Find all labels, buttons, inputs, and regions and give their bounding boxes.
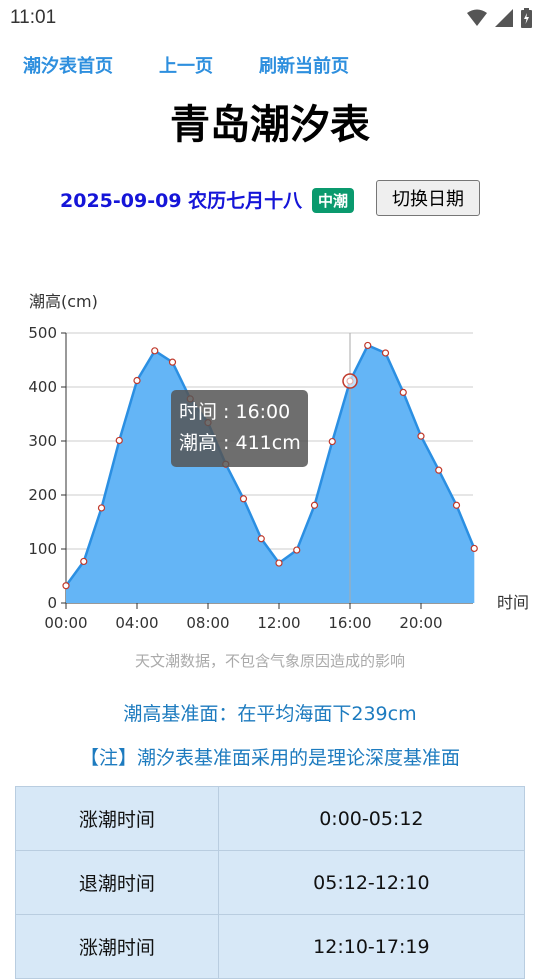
status-bar: 11:01 xyxy=(0,0,540,36)
chart-tooltip: 时间 : 16:00 潮高 : 411cm xyxy=(171,390,308,467)
y-tick-label: 100 xyxy=(28,540,57,558)
battery-icon xyxy=(521,8,532,28)
status-time: 11:01 xyxy=(10,7,57,28)
data-point xyxy=(310,501,319,509)
datum-note: 【注】潮汐表基准面采用的是理论深度基准面 xyxy=(79,747,460,769)
x-axis: 00:00 04:00 08:00 12:00 16:00 20:00 xyxy=(44,602,473,632)
date-text: 2025-09-09 农历七月十八 xyxy=(60,190,303,212)
top-nav: 潮汐表首页 上一页 刷新当前页 xyxy=(0,52,540,80)
data-point xyxy=(62,582,70,590)
data-point xyxy=(364,341,372,350)
data-point xyxy=(293,546,301,554)
data-point xyxy=(399,388,407,397)
tide-label-cell: 涨潮时间 xyxy=(15,914,219,979)
data-point xyxy=(133,376,141,385)
data-point xyxy=(275,559,283,567)
y-tick-label: 0 xyxy=(47,594,57,612)
data-point xyxy=(151,347,159,355)
nav-refresh-link[interactable]: 刷新当前页 xyxy=(259,52,349,78)
data-point xyxy=(97,504,106,512)
x-tick-label: 04:00 xyxy=(115,614,158,632)
data-point xyxy=(80,557,88,566)
switch-date-button[interactable]: 切换日期 xyxy=(376,180,480,216)
nav-home-link[interactable]: 潮汐表首页 xyxy=(23,52,113,78)
x-axis-label: 时间 xyxy=(497,593,529,612)
tide-label-cell: 退潮时间 xyxy=(15,850,219,915)
status-icons xyxy=(467,8,532,28)
data-point xyxy=(115,436,123,445)
tide-type-badge: 中潮 xyxy=(312,188,355,213)
disclaimer: 天文潮数据，不包含气象原因造成的影响 xyxy=(134,652,405,670)
x-tick-label: 08:00 xyxy=(186,614,229,632)
y-tick-label: 200 xyxy=(28,486,57,504)
hover-point xyxy=(342,373,358,389)
data-point xyxy=(470,544,478,553)
tide-range-cell: 0:00-05:12 xyxy=(217,786,526,851)
tide-range-cell: 05:12-12:10 xyxy=(217,850,526,915)
wifi-icon xyxy=(467,9,487,26)
tooltip-height: 潮高 : 411cm xyxy=(179,432,301,454)
table-row: 退潮时间 05:12-12:10 xyxy=(15,850,526,915)
data-point xyxy=(168,358,177,366)
x-tick-label: 00:00 xyxy=(44,614,87,632)
tide-chart[interactable]: 潮高(cm) 时间 0 100 200 300 400 500 00:00 04:00 08:… xyxy=(0,285,540,645)
tide-range-cell: 12:10-17:19 xyxy=(217,914,526,979)
tide-table: 涨潮时间 0:00-05:12 退潮时间 05:12-12:10 涨潮时间 12… xyxy=(15,786,526,979)
data-point xyxy=(435,466,443,474)
data-point xyxy=(239,495,248,503)
data-point xyxy=(452,501,461,509)
x-tick-label: 12:00 xyxy=(257,614,300,632)
x-tick-label: 20:00 xyxy=(399,614,442,632)
signal-icon xyxy=(495,9,513,27)
tide-area xyxy=(66,345,475,603)
table-row: 涨潮时间 12:10-17:19 xyxy=(15,914,526,979)
table-row: 涨潮时间 0:00-05:12 xyxy=(15,786,526,851)
page-title: 青岛潮汐表 xyxy=(170,102,370,148)
y-axis: 0 100 200 300 400 500 xyxy=(28,324,67,612)
tooltip-time: 时间 : 16:00 xyxy=(179,401,290,423)
y-tick-label: 500 xyxy=(28,324,57,342)
y-axis-label: 潮高(cm) xyxy=(29,292,98,311)
y-tick-label: 400 xyxy=(28,378,57,396)
data-point xyxy=(381,349,390,357)
y-tick-label: 300 xyxy=(28,432,57,450)
tide-label-cell: 涨潮时间 xyxy=(15,786,219,851)
data-point xyxy=(328,437,336,446)
data-point xyxy=(257,535,265,543)
data-point xyxy=(417,432,425,440)
nav-prev-link[interactable]: 上一页 xyxy=(159,52,213,78)
datum-text: 潮高基准面：在平均海面下239cm xyxy=(123,703,417,725)
x-tick-label: 16:00 xyxy=(328,614,371,632)
